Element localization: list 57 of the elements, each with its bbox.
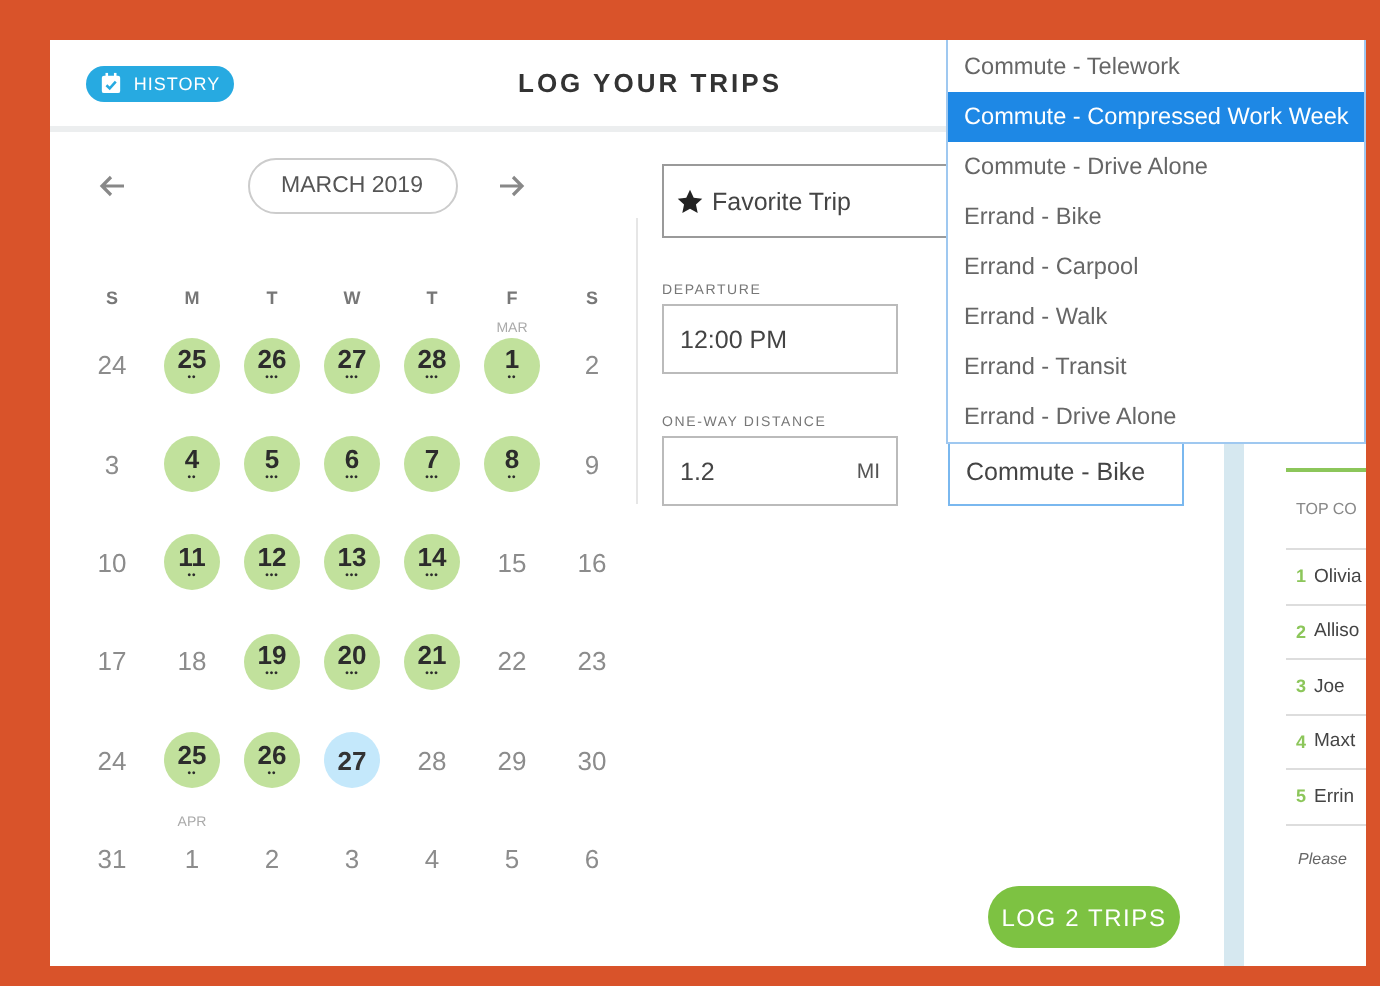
- weekday-label: S: [103, 288, 120, 308]
- dropdown-option[interactable]: Errand - Transit: [948, 342, 1364, 392]
- rank-number: 4: [1296, 731, 1308, 752]
- calendar-day[interactable]: 28: [404, 732, 460, 789]
- calendar-day[interactable]: 23: [564, 633, 620, 690]
- calendar-day[interactable]: 31: [84, 831, 140, 888]
- departure-field[interactable]: 12:00 PM: [662, 304, 898, 374]
- calendar-day[interactable]: 24: [84, 337, 140, 394]
- leader-name: Errin: [1314, 785, 1355, 808]
- calendar-day[interactable]: 29: [484, 732, 540, 789]
- rank-number: 1: [1296, 566, 1308, 587]
- dropdown-option[interactable]: Errand - Carpool: [948, 242, 1364, 292]
- dropdown-option[interactable]: Errand - Drive Alone: [948, 392, 1364, 442]
- arrow-right-icon[interactable]: [498, 174, 526, 198]
- dropdown-option[interactable]: Commute - Compressed Work Week: [948, 92, 1364, 142]
- rank-number: 3: [1296, 676, 1308, 697]
- calendar-day[interactable]: 10: [84, 534, 140, 591]
- unit-label: MI: [856, 459, 880, 483]
- rank-number: 5: [1296, 786, 1308, 807]
- leader-name: Maxt: [1314, 730, 1356, 753]
- dropdown-option[interactable]: Errand - Walk: [948, 292, 1364, 342]
- weekday-label: W: [341, 288, 363, 308]
- note-text: Please: [1296, 849, 1349, 867]
- calendar-day[interactable]: 17: [84, 633, 140, 690]
- distance-field[interactable]: 1.2 MI: [662, 436, 898, 506]
- calendar-day[interactable]: 1: [164, 831, 220, 888]
- weekday-label: F: [504, 288, 520, 308]
- calendar-day[interactable]: 3: [84, 436, 140, 493]
- calendar-day[interactable]: 15: [484, 534, 540, 591]
- calendar-day[interactable]: 3: [324, 831, 380, 888]
- arrow-left-icon[interactable]: [98, 174, 126, 198]
- dropdown-option[interactable]: Commute - Telework: [948, 42, 1364, 92]
- calendar-day[interactable]: 22: [484, 633, 540, 690]
- calendar-day[interactable]: 9: [564, 436, 620, 493]
- weekday-label: S: [583, 288, 600, 308]
- leader-name: Joe: [1314, 675, 1345, 698]
- leader-name: Olivia: [1314, 565, 1362, 588]
- calendar-day[interactable]: 18: [164, 633, 220, 690]
- leaderboard-heading: TOP CO: [1286, 472, 1366, 550]
- calendar-day[interactable]: 5: [484, 831, 540, 888]
- weekday-label: M: [182, 288, 202, 308]
- rank-number: 2: [1296, 621, 1308, 642]
- calendar-check-icon: [99, 72, 122, 94]
- calendar-day[interactable]: 24: [84, 732, 140, 789]
- calendar-day[interactable]: 2: [564, 337, 620, 394]
- calendar-day[interactable]: 16: [564, 534, 620, 591]
- page-title: LOG YOUR TRIPS: [518, 68, 782, 98]
- star-icon: [676, 187, 704, 215]
- calendar-day[interactable]: 6: [564, 831, 620, 888]
- calendar-day[interactable]: 2: [244, 831, 300, 888]
- leader-name: Alliso: [1314, 620, 1360, 643]
- weekday-label: T: [424, 288, 440, 308]
- calendar-day[interactable]: 30: [564, 732, 620, 789]
- weekday-label: T: [264, 288, 280, 308]
- calendar-day[interactable]: 4: [404, 831, 460, 888]
- calendar-day[interactable]: 27: [324, 732, 380, 789]
- month-selector[interactable]: MARCH 2019: [247, 158, 457, 214]
